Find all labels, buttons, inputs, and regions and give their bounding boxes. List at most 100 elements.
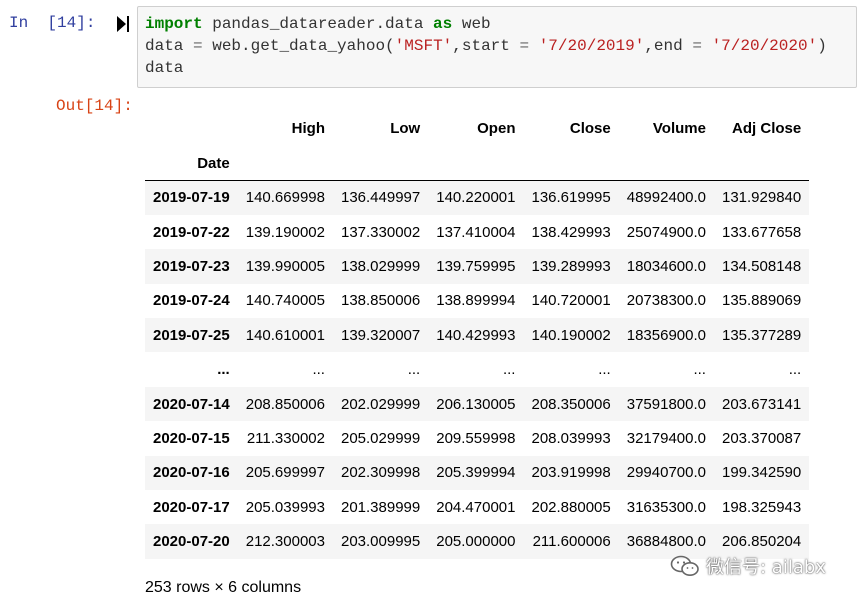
table-cell: 140.190002 <box>531 326 611 344</box>
row-index-date: ... <box>217 361 230 379</box>
table-cell: 198.325943 <box>721 498 802 516</box>
code-operator: = <box>193 37 203 55</box>
table-cell: 205.399994 <box>436 464 516 482</box>
table-cell: 137.410004 <box>436 223 516 241</box>
table-cell: 25074900.0 <box>626 223 706 241</box>
index-corner <box>145 110 238 146</box>
table-cell: 31635300.0 <box>626 498 706 516</box>
table-cell: ... <box>598 361 611 379</box>
table-cell: 203.370087 <box>721 429 802 447</box>
table-row: 2020-07-17 205.039993 201.389999 204.470001… <box>145 490 809 524</box>
table-cell: 138.850006 <box>340 292 421 310</box>
code-paren: ) <box>817 37 827 55</box>
table-cell: 139.320007 <box>340 326 421 344</box>
table-cell: 136.619995 <box>531 189 611 207</box>
table-cell: 138.029999 <box>340 257 421 275</box>
table-row: 2019-07-22 139.190002 137.330002 137.410004… <box>145 215 809 249</box>
table-cell: 204.470001 <box>436 498 516 516</box>
row-index-date: 2020-07-17 <box>153 498 230 516</box>
code-operator: = <box>519 37 530 55</box>
table-cell: 139.990005 <box>245 257 325 275</box>
column-header: Close <box>569 119 611 137</box>
code-line-3: data <box>145 59 184 77</box>
table-cell: 211.600006 <box>532 533 611 551</box>
code-var: data <box>145 37 194 55</box>
table-body: 2019-07-19 140.669998 136.449997 140.220001… <box>145 180 810 559</box>
row-index-date: 2019-07-22 <box>153 223 230 241</box>
row-index-date: 2019-07-24 <box>153 292 230 310</box>
table-cell: 202.029999 <box>340 395 421 413</box>
input-prompt: In [14]: <box>9 14 96 32</box>
code-kwarg-end: ,end <box>644 37 693 55</box>
table-cell: 140.220001 <box>436 189 516 207</box>
code-string-ticker: 'MSFT' <box>394 37 453 55</box>
table-cell: 206.130005 <box>436 395 516 413</box>
table-cell: ... <box>312 361 325 379</box>
index-name-row: Date <box>145 146 810 181</box>
table-cell: 140.429993 <box>436 326 516 344</box>
table-cell: 208.039993 <box>531 429 611 447</box>
code-cell-input[interactable]: import pandas_datareader.data as web data… <box>137 6 857 88</box>
table-cell: 48992400.0 <box>626 189 706 207</box>
column-header: Volume <box>652 119 706 137</box>
table-cell: 140.720001 <box>531 292 611 310</box>
row-index-date: 2020-07-20 <box>153 533 230 551</box>
table-cell: 209.559998 <box>436 429 516 447</box>
code-line-1: import pandas_datareader.data as web <box>145 13 856 35</box>
table-cell: 208.350006 <box>531 395 611 413</box>
table-cell: 134.508148 <box>721 257 802 275</box>
code-keyword-import: import <box>145 15 203 33</box>
table-cell: 20738300.0 <box>626 292 706 310</box>
column-header-row: High Low Open Close Volume Adj Close <box>145 110 809 146</box>
column-header: Adj Close <box>732 119 802 137</box>
code-operator: = <box>692 37 702 55</box>
watermark: 微信号: ailabx <box>670 553 826 579</box>
code-string-start-date: '7/20/2019' <box>538 37 645 55</box>
table-cell: 211.330002 <box>246 429 325 447</box>
row-index-date: 2020-07-16 <box>153 464 230 482</box>
table-row: 2020-07-16 205.699997 202.309998 205.399994… <box>145 455 810 491</box>
code-keyword-as: as <box>433 15 453 33</box>
table-cell: 133.677658 <box>721 223 802 241</box>
table-cell: 135.377289 <box>721 326 802 344</box>
table-cell: 32179400.0 <box>626 429 706 447</box>
dataframe-summary: 253 rows × 6 columns <box>145 579 302 596</box>
table-row: 2019-07-25 140.610001 139.320007 140.429993… <box>145 318 810 353</box>
table-cell: 18034600.0 <box>626 257 706 275</box>
table-cell: 203.673141 <box>721 395 802 413</box>
table-cell: 139.190002 <box>245 223 325 241</box>
output-prompt: Out[14]: <box>56 97 133 115</box>
column-header: High <box>291 119 325 137</box>
table-cell: 139.759995 <box>436 257 516 275</box>
table-cell: 199.342590 <box>721 464 802 482</box>
table-row: ..................... <box>145 352 809 386</box>
table-cell: 202.880005 <box>531 498 611 516</box>
table-cell: ... <box>407 361 421 379</box>
table-cell: 140.669998 <box>245 189 325 207</box>
code-kwarg-start: ,start <box>452 37 520 55</box>
table-cell: 138.429993 <box>531 223 611 241</box>
run-cursor-icon[interactable] <box>116 15 130 33</box>
table-cell: ... <box>788 361 802 379</box>
table-cell: 201.389999 <box>340 498 421 516</box>
table-cell: 205.699997 <box>245 464 325 482</box>
table-cell: 203.919998 <box>531 464 611 482</box>
code-alias: web <box>452 15 491 33</box>
table-cell: 140.740005 <box>245 292 325 310</box>
column-header: Low <box>390 119 421 137</box>
table-cell: 136.449997 <box>340 189 421 207</box>
table-row: 2020-07-15 211.330002 205.029999 209.559998… <box>145 421 809 455</box>
row-index-date: 2019-07-23 <box>153 257 230 275</box>
code-module: pandas_datareader.data <box>202 15 434 33</box>
row-index-date: 2020-07-15 <box>153 429 230 447</box>
dataframe-table: High Low Open Close Volume Adj Close Dat… <box>145 110 810 559</box>
row-index-date: 2019-07-25 <box>153 326 230 344</box>
table-cell: 131.929840 <box>721 189 802 207</box>
table-cell: ... <box>693 361 706 379</box>
wechat-icon <box>670 555 699 576</box>
table-cell: 205.039993 <box>245 498 325 516</box>
code-call: web.get_data_yahoo( <box>202 37 395 55</box>
table-cell: 18356900.0 <box>626 326 706 344</box>
code-string-end-date: '7/20/2020' <box>711 37 818 55</box>
